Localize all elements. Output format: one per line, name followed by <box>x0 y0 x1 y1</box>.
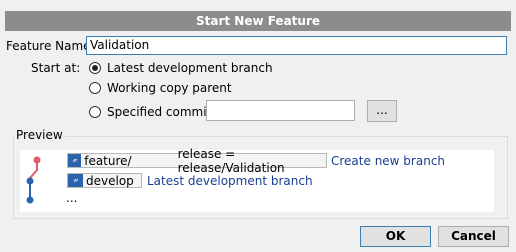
radio-working-copy-parent[interactable]: Working copy parent <box>89 80 232 96</box>
develop-branch-tag: 𝓋 develop <box>67 173 142 188</box>
cancel-button[interactable]: Cancel <box>438 226 509 247</box>
radio-label: Latest development branch <box>107 61 273 75</box>
commit-graph <box>26 156 41 204</box>
radio-label: Specified commit: <box>107 105 216 119</box>
radio-button[interactable] <box>89 106 101 118</box>
preview-label: Preview <box>14 128 65 142</box>
start-at-label: Start at: <box>31 61 81 75</box>
ok-button[interactable]: OK <box>360 226 431 247</box>
new-branch-tag: 𝓋 feature/ release = release/Validation <box>67 147 327 175</box>
branch-prefix: feature/ <box>84 153 132 168</box>
develop-node <box>26 177 34 185</box>
more-commits: ... <box>66 191 78 205</box>
radio-label: Working copy parent <box>107 81 232 95</box>
radio-specified-commit[interactable]: Specified commit: <box>89 104 215 120</box>
dialog-title: Start New Feature <box>5 11 511 31</box>
radio-latest-development-branch[interactable]: Latest development branch <box>89 60 273 76</box>
create-branch-label: Create new branch <box>331 154 446 168</box>
parent-node <box>26 196 34 204</box>
radio-button-checked[interactable] <box>89 62 101 74</box>
radio-button[interactable] <box>89 82 101 94</box>
feature-name-input[interactable]: Validation <box>86 36 507 55</box>
branch-icon: 𝓋 <box>68 154 82 167</box>
new-branch-line <box>29 163 38 179</box>
new-branch-node <box>33 156 41 164</box>
develop-branch-name: develop <box>86 173 134 188</box>
commit-input[interactable] <box>206 100 355 121</box>
branch-icon: 𝓋 <box>68 174 83 187</box>
branch-name: release = release/Validation <box>177 146 285 175</box>
develop-description: Latest development branch <box>147 174 313 188</box>
feature-name-label: Feature Name: <box>6 39 95 53</box>
browse-commit-button[interactable]: ... <box>367 100 397 122</box>
